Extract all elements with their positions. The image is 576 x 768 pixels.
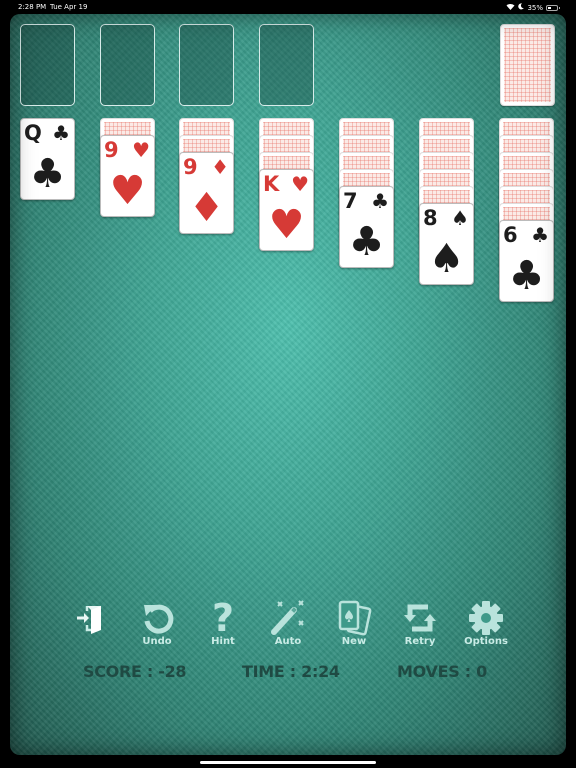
retry-button[interactable]: Retry	[390, 598, 450, 647]
new-game-button[interactable]: New	[324, 598, 384, 647]
foundation-slot-4[interactable]	[259, 24, 314, 106]
foundation-slot-2[interactable]	[100, 24, 155, 106]
card-suit-icon: ♦	[211, 155, 229, 179]
battery-icon	[546, 4, 560, 11]
foundation-slot-1[interactable]	[20, 24, 75, 106]
cards-icon	[324, 598, 384, 638]
card-center-suit-icon: ♠	[428, 236, 465, 282]
card-suit-icon: ♣	[371, 189, 389, 213]
card-center-suit-icon: ♦	[188, 185, 225, 231]
card-rank: K	[263, 172, 280, 196]
status-indicators: 35%	[506, 3, 560, 12]
card-rank: 9	[104, 138, 119, 162]
exit-door-icon	[60, 598, 120, 638]
card-rank: 8	[423, 206, 438, 230]
face-up-card[interactable]: 6 ♣ ♣	[499, 220, 554, 302]
battery-percent: 35%	[527, 3, 543, 12]
hint-button[interactable]: ? Hint	[193, 598, 253, 647]
auto-button[interactable]: Auto	[258, 598, 318, 647]
wifi-icon	[506, 3, 515, 12]
card-center-suit-icon: ♣	[29, 151, 66, 197]
card-suit-icon: ♣	[531, 223, 549, 247]
card-rank: 7	[343, 189, 358, 213]
undo-icon	[127, 598, 187, 638]
retry-arrows-icon	[390, 598, 450, 638]
status-date: Tue Apr 19	[50, 3, 88, 11]
card-rank: 6	[503, 223, 518, 247]
moves-display: MOVES : 0	[397, 662, 487, 681]
face-up-card[interactable]: 8 ♠ ♠	[419, 203, 474, 285]
card-suit-icon: ♠	[451, 206, 469, 230]
card-rank: 9	[183, 155, 198, 179]
face-up-card[interactable]: 9 ♦ ♦	[179, 152, 234, 234]
home-indicator[interactable]	[200, 761, 376, 764]
magic-wand-icon	[258, 598, 318, 638]
card-suit-icon: ♥	[132, 138, 150, 162]
foundation-slot-3[interactable]	[179, 24, 234, 106]
card-center-suit-icon: ♣	[508, 253, 545, 299]
exit-button[interactable]	[60, 598, 120, 636]
stock-pile[interactable]	[500, 24, 555, 106]
score-display: SCORE : -28	[83, 662, 187, 681]
card-center-suit-icon: ♣	[348, 219, 385, 265]
face-up-card[interactable]: 9 ♥ ♥	[100, 135, 155, 217]
card-rank: Q	[24, 121, 42, 145]
time-display: TIME : 2:24	[242, 662, 340, 681]
face-up-card[interactable]: 7 ♣ ♣	[339, 186, 394, 268]
card-center-suit-icon: ♥	[109, 168, 146, 214]
moon-icon	[518, 3, 525, 12]
undo-button[interactable]: Undo	[127, 598, 187, 647]
game-table: Q ♣ ♣ 9 ♥ ♥ 9 ♦ ♦ K ♥ ♥ 7 ♣ ♣ 8 ♠ ♠ 6 ♣ ♣ Undo ? Hint	[10, 14, 566, 755]
card-center-suit-icon: ♥	[268, 202, 305, 248]
gear-icon	[456, 598, 516, 638]
options-button[interactable]: Options	[456, 598, 516, 647]
card-suit-icon: ♣	[52, 121, 70, 145]
status-bar: 2:28 PM Tue Apr 19 35%	[0, 0, 576, 14]
card-suit-icon: ♥	[291, 172, 309, 196]
question-mark-icon: ?	[211, 596, 235, 640]
status-time: 2:28 PM	[18, 3, 47, 11]
face-up-card[interactable]: K ♥ ♥	[259, 169, 314, 251]
face-up-card[interactable]: Q ♣ ♣	[20, 118, 75, 200]
